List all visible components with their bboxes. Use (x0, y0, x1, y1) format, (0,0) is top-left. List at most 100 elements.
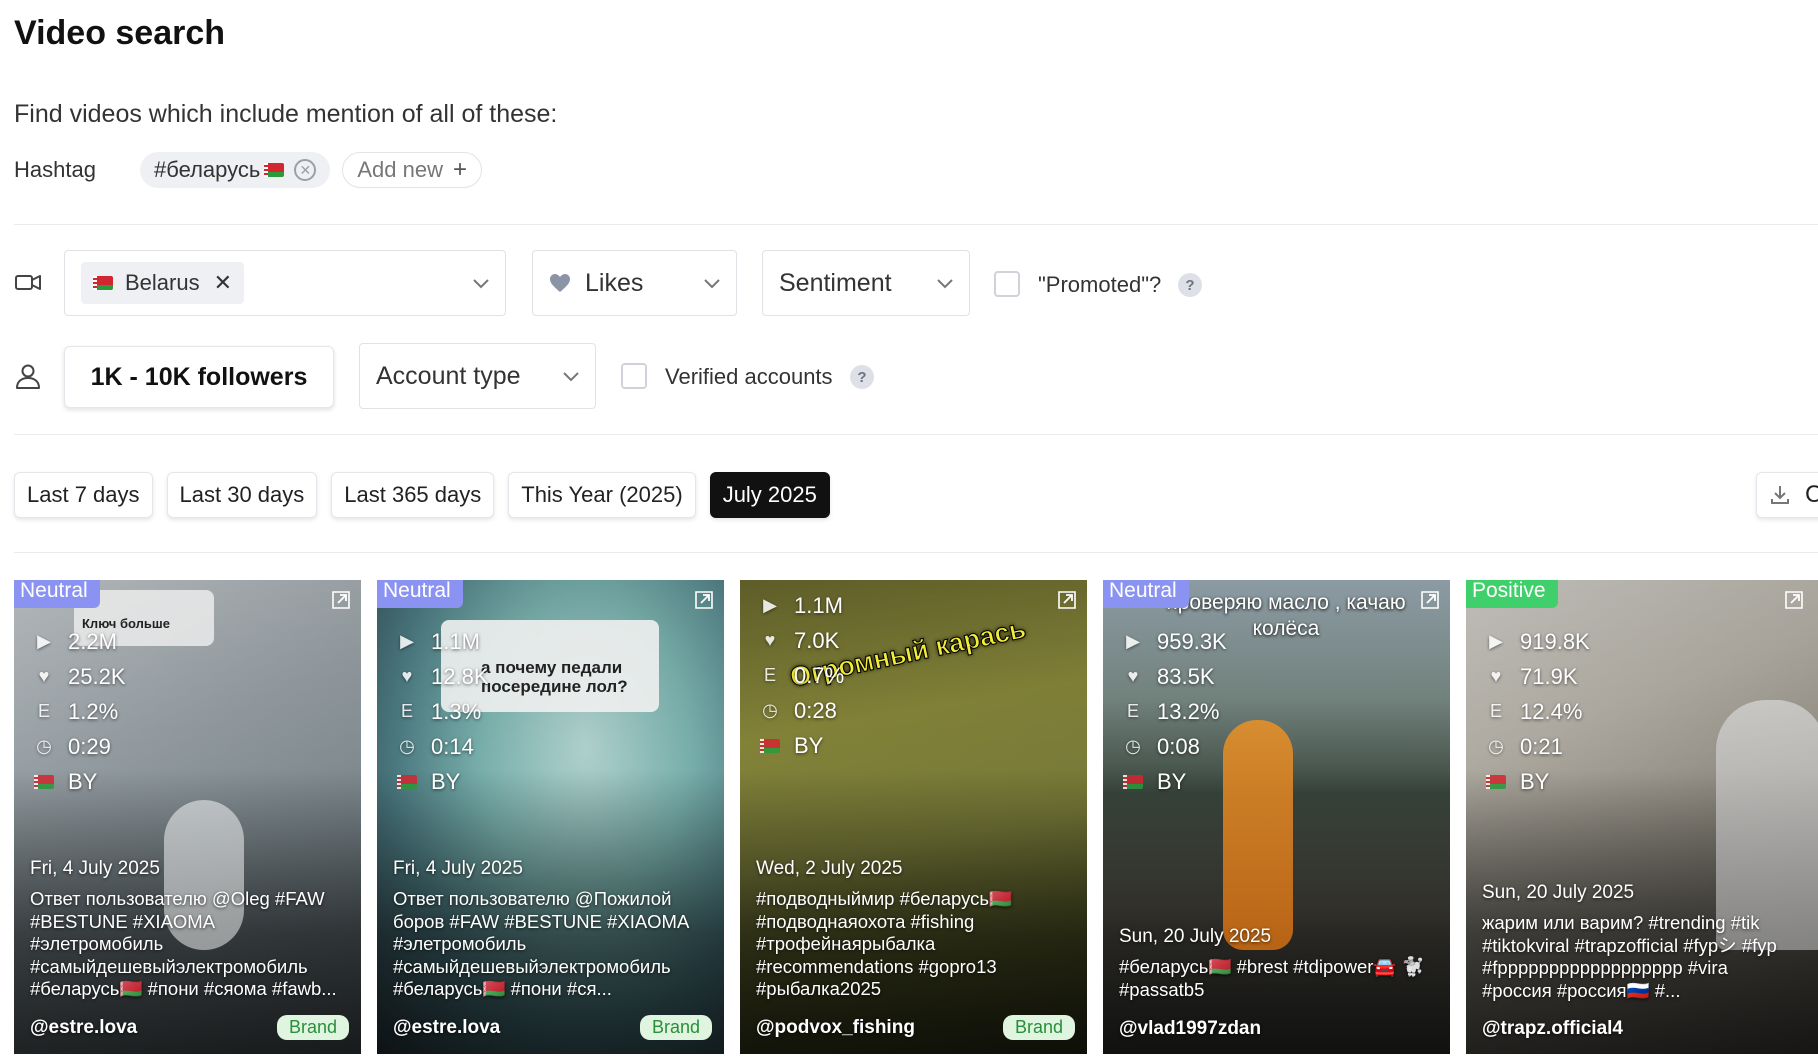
export-label: C (1805, 481, 1818, 508)
video-duration: 0:29 (68, 733, 111, 759)
search-subtitle: Find videos which include mention of all… (14, 100, 558, 128)
chevron-down-icon (563, 372, 579, 382)
engagement-rate: 1.3% (431, 698, 482, 724)
remove-country-icon[interactable]: ✕ (214, 270, 232, 296)
video-card[interactable]: Огромный карась ▶ 1.1M ♥ 7.0K E 0.7% ◷ 0:28 … (740, 580, 1087, 1054)
video-meta: Fri, 4 July 2025 Ответ пользователю @Ole… (30, 858, 349, 1001)
followers-range-button[interactable]: 1K - 10K followers (64, 346, 334, 408)
sentiment-select[interactable]: Sentiment (762, 250, 970, 316)
belarus-flag-icon (1121, 774, 1145, 789)
sentiment-select-label: Sentiment (779, 268, 892, 297)
page-title: Video search (14, 14, 226, 52)
hashtag-chip-label: #беларусь (154, 157, 261, 182)
video-stats: ▶ 2.2M ♥ 25.2K E 1.2% ◷ 0:29 BY (32, 624, 126, 799)
engagement-icon: E (37, 701, 50, 721)
tab-last-30-days[interactable]: Last 30 days (166, 472, 318, 518)
belarus-flag-icon (1484, 774, 1508, 789)
plays-count: 1.1M (431, 628, 480, 654)
video-meta: Fri, 4 July 2025 Ответ пользователю @Пож… (393, 858, 712, 1001)
sentiment-badge: Positive (1466, 580, 1558, 608)
clock-icon: ◷ (36, 736, 52, 756)
video-duration: 0:14 (431, 733, 474, 759)
video-meta: Sun, 20 July 2025 #беларусь🇧🇾 #brest #td… (1119, 926, 1438, 1001)
hashtag-chip[interactable]: #беларусь ✕ (140, 152, 331, 188)
download-icon (1771, 486, 1789, 504)
likes-select-label: Likes (585, 268, 644, 297)
hashtag-row: Hashtag #беларусь ✕ Add new + (14, 152, 494, 188)
tab-this-year[interactable]: This Year (2025) (508, 472, 696, 518)
engagement-icon: E (400, 701, 413, 721)
video-date: Sun, 20 July 2025 (1119, 926, 1272, 947)
divider (14, 434, 1818, 435)
video-caption: жарим или варим? #trending #tik #tiktokv… (1482, 912, 1777, 1001)
engagement-rate: 12.4% (1520, 698, 1583, 724)
video-stats: ▶ 1.1M ♥ 12.8K E 1.3% ◷ 0:14 BY (395, 624, 489, 799)
video-stats: ▶ 1.1M ♥ 7.0K E 0.7% ◷ 0:28 BY (758, 588, 844, 763)
sentiment-badge: Neutral (1103, 580, 1189, 608)
verified-label: Verified accounts (665, 364, 833, 389)
belarus-flag-icon (32, 774, 56, 789)
open-external-icon[interactable] (1418, 588, 1442, 612)
tab-last-365-days[interactable]: Last 365 days (331, 472, 495, 518)
video-caption: Ответ пользователю @Пожилой боров #FAW #… (393, 888, 689, 999)
country-tag: Belarus ✕ (81, 262, 245, 304)
video-card[interactable]: а почему педали посередине лол? Neutral … (377, 580, 724, 1054)
verified-help-icon[interactable]: ? (850, 365, 874, 389)
engagement-icon: E (1126, 701, 1139, 721)
heart-icon: ♥ (1127, 666, 1139, 686)
open-external-icon[interactable] (1055, 588, 1079, 612)
engagement-rate: 13.2% (1157, 698, 1220, 724)
tab-july-2025[interactable]: July 2025 (709, 472, 830, 518)
play-icon: ▶ (400, 631, 414, 651)
author-handle[interactable]: @podvox_fishing (756, 1017, 915, 1039)
open-external-icon[interactable] (1782, 588, 1806, 612)
add-hashtag-button[interactable]: Add new + (342, 152, 483, 188)
divider (14, 552, 1818, 553)
video-country: BY (68, 768, 98, 794)
author-handle[interactable]: @trapz.official4 (1482, 1018, 1623, 1040)
belarus-flag-icon (395, 774, 419, 789)
verified-checkbox[interactable] (621, 363, 647, 389)
remove-hashtag-icon[interactable]: ✕ (294, 159, 317, 181)
open-external-icon[interactable] (329, 588, 353, 612)
sentiment-badge: Neutral (377, 580, 463, 608)
chevron-down-icon (937, 279, 953, 289)
video-date: Fri, 4 July 2025 (393, 858, 523, 879)
account-type-label: Account type (376, 361, 521, 390)
likes-count: 71.9K (1520, 663, 1578, 689)
promoted-help-icon[interactable]: ? (1178, 273, 1202, 297)
video-country: BY (1520, 768, 1550, 794)
plays-count: 1.1M (794, 592, 843, 618)
video-caption: Ответ пользователю @Oleg #FAW #BESTUNE #… (30, 888, 337, 999)
author-handle[interactable]: @vlad1997zdan (1119, 1018, 1261, 1040)
video-camera-icon (15, 275, 41, 290)
video-card[interactable]: проверяю масло , качаю колёса Neutral ▶ 9… (1103, 580, 1450, 1054)
likes-count: 83.5K (1157, 663, 1215, 689)
promoted-checkbox[interactable] (994, 271, 1020, 297)
heart-icon (550, 274, 570, 292)
account-type-select[interactable]: Account type (359, 343, 596, 409)
video-caption: #подводныймир #беларусь🇧🇾 #подводнаяохот… (756, 888, 1013, 999)
author-handle[interactable]: @estre.lova (393, 1017, 500, 1039)
video-country: BY (431, 768, 461, 794)
video-card[interactable]: Ключ больше Neutral ▶ 2.2M ♥ 25.2K E 1.2% ◷… (14, 580, 361, 1054)
likes-select[interactable]: Likes (532, 250, 737, 316)
video-card[interactable]: Positive ▶ 919.8K ♥ 71.9K E 12.4% ◷ 0:21 BY … (1466, 580, 1818, 1054)
video-meta: Wed, 2 July 2025 #подводныймир #беларусь… (756, 858, 1075, 1001)
tab-last-7-days[interactable]: Last 7 days (14, 472, 153, 518)
brand-badge: Brand (639, 1015, 712, 1040)
chevron-down-icon (704, 279, 720, 289)
video-stats: ▶ 959.3K ♥ 83.5K E 13.2% ◷ 0:08 BY (1121, 624, 1227, 799)
heart-icon: ♥ (401, 666, 413, 686)
video-country: BY (1157, 768, 1187, 794)
country-select[interactable]: Belarus ✕ (64, 250, 506, 316)
clock-icon: ◷ (1488, 736, 1504, 756)
export-button[interactable]: C (1756, 472, 1818, 518)
date-range-tabs: Last 7 days Last 30 days Last 365 days T… (14, 472, 844, 518)
user-icon (16, 364, 40, 389)
plays-count: 959.3K (1157, 628, 1227, 654)
play-icon: ▶ (1489, 631, 1503, 651)
clock-icon: ◷ (762, 700, 778, 720)
open-external-icon[interactable] (692, 588, 716, 612)
author-handle[interactable]: @estre.lova (30, 1017, 137, 1039)
